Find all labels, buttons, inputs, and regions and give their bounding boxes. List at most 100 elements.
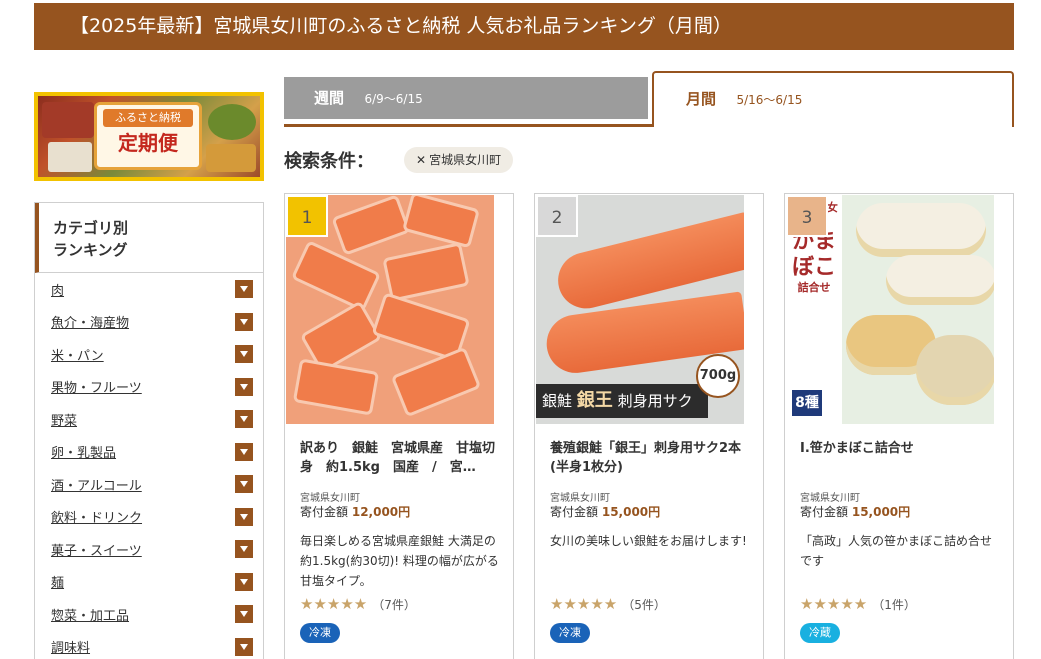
expand-arrow-icon[interactable] [235,637,253,656]
search-filter-chip[interactable]: ✕ 宮城県女川町 [404,147,514,173]
product-description: 女川の美味しい銀鮭をお届けします! [550,534,747,548]
search-filter-chip-label: 宮城県女川町 [429,153,502,167]
product-card-3[interactable]: 3 宮城県 女川町 かまぼこ 詰合せ 8種 I.笹かまぼこ詰合せ 宮城県女川町 … [784,193,1014,659]
product-description: 毎日楽しめる宮城県産銀鮭 大満足の約1.5kg(約30切)! 料理の幅が広がる甘… [300,534,499,588]
weight-badge: 700g [696,354,740,398]
category-list: 肉 魚介・海産物 米・パン 果物・フルーツ 野菜 卵・乳製品 酒・アルコール 飲… [35,273,263,659]
category-link[interactable]: 卵・乳製品 [51,442,116,461]
expand-arrow-icon[interactable] [235,377,253,396]
expand-arrow-icon[interactable] [235,540,253,559]
category-item-meat: 肉 [51,273,253,306]
storage-badge-frozen: 冷凍 [300,623,340,643]
category-link[interactable]: 惣菜・加工品 [51,605,129,624]
storage-badge-chilled: 冷蔵 [800,623,840,643]
category-link[interactable]: 酒・アルコール [51,475,142,494]
price-value: 15,000円 [601,505,661,519]
banner-meat-image [42,102,94,138]
category-link[interactable]: 野菜 [51,410,77,429]
tab-underline [284,124,654,127]
product-title[interactable]: I.笹かまぼこ詰合せ [800,439,1000,477]
label-big: 銀王 [576,390,613,411]
banner-seafood-image [48,142,92,172]
expand-arrow-icon[interactable] [235,572,253,591]
category-link[interactable]: 魚介・海産物 [51,312,129,331]
expand-arrow-icon[interactable] [235,280,253,299]
rank-badge: 2 [536,195,578,237]
product-card-2[interactable]: 2 銀鮭 銀王 刺身用サク 700g 養殖銀鮭「銀王」刺身用サク2本(半身1枚分… [534,193,764,659]
label-small: 銀鮭 [542,392,573,410]
category-link[interactable]: 米・パン [51,345,104,364]
teiki-bin-banner[interactable]: ふるさと納税 定期便 [34,92,264,181]
review-count: （1件） [872,597,916,612]
category-item-seafood: 魚介・海産物 [51,306,253,339]
rank-badge: 1 [286,195,328,237]
price-value: 15,000円 [851,505,911,519]
product-price: 寄付金額 15,000円 [800,503,910,520]
review-count: （7件） [372,597,416,612]
expand-arrow-icon[interactable] [235,442,253,461]
product-title[interactable]: 訳あり 銀鮭 宮城県産 甘塩切身 約1.5kg 国産 / 宮… [300,439,500,477]
sidebar-heading-line2: ランキング [53,241,128,259]
product-description: 「高政」人気の笹かまぼこ詰め合せです [800,534,993,568]
price-label: 寄付金額 [550,505,599,519]
category-link[interactable]: 調味料 [51,637,90,656]
page-title: 【2025年最新】宮城県女川町のふるさと納税 人気お礼品ランキング（月間） [34,3,1014,50]
product-rating: ★★★★★ （1件） [800,595,916,613]
banner-line1: ふるさと納税 [103,109,193,127]
category-item-egg-dairy: 卵・乳製品 [51,436,253,469]
star-rating-icon: ★★★★★ [300,595,368,613]
banner-line2: 定期便 [118,131,178,155]
category-item-fruit: 果物・フルーツ [51,371,253,404]
category-item-sweets: 菓子・スイーツ [51,533,253,566]
rank-badge: 3 [786,195,828,237]
category-item-seasoning: 調味料 [51,631,253,659]
search-conditions-label: 検索条件： [284,151,374,172]
review-count: （5件） [622,597,666,612]
expand-arrow-icon[interactable] [235,312,253,331]
banner-vegetable-image [208,104,256,140]
tab-weekly-date: 6/9～6/15 [364,92,423,106]
category-link[interactable]: 飲料・ドリンク [51,507,142,526]
sidebar-heading: カテゴリ別 ランキング [35,203,263,273]
tab-weekly[interactable]: 週間 6/9～6/15 [284,77,648,119]
price-label: 寄付金額 [300,505,349,519]
price-value: 12,000円 [351,505,411,519]
expand-arrow-icon[interactable] [235,345,253,364]
category-item-alcohol: 酒・アルコール [51,468,253,501]
category-link[interactable]: 麺 [51,572,64,591]
banner-dish-image [206,144,256,172]
star-rating-icon: ★★★★★ [800,595,868,613]
category-link[interactable]: 菓子・スイーツ [51,540,142,559]
price-label: 寄付金額 [800,505,849,519]
banner-badge: ふるさと納税 定期便 [94,102,202,170]
expand-arrow-icon[interactable] [235,410,253,429]
label-rest: 刺身用サク [617,392,693,410]
product-rating: ★★★★★ （7件） [300,595,416,613]
expand-arrow-icon[interactable] [235,605,253,624]
category-item-drink: 飲料・ドリンク [51,501,253,534]
star-rating-icon: ★★★★★ [550,595,618,613]
expand-arrow-icon[interactable] [235,475,253,494]
tab-monthly-date: 5/16～6/15 [736,93,803,107]
category-item-processed: 惣菜・加工品 [51,598,253,631]
variety-count-badge: 8種 [792,390,822,416]
product-card-1[interactable]: 1 訳あり 銀鮭 宮城県産 甘塩切身 約1.5kg 国産 / 宮… 宮城県女川町… [284,193,514,659]
tab-weekly-label: 週間 [314,89,345,107]
tab-monthly-label: 月間 [686,90,717,108]
category-link[interactable]: 肉 [51,280,64,299]
expand-arrow-icon[interactable] [235,507,253,526]
category-link[interactable]: 果物・フルーツ [51,377,142,396]
product-title[interactable]: 養殖銀鮭「銀王」刺身用サク2本(半身1枚分) [550,439,750,477]
category-item-noodle: 麺 [51,566,253,599]
category-item-rice: 米・パン [51,338,253,371]
product-label: 銀鮭 銀王 刺身用サク [536,384,708,418]
remove-filter-icon[interactable]: ✕ [416,153,426,167]
product-price: 寄付金額 12,000円 [300,503,410,520]
product-price: 寄付金額 15,000円 [550,503,660,520]
sidebar-heading-line1: カテゴリ別 [53,219,129,237]
category-ranking-sidebar: カテゴリ別 ランキング 肉 魚介・海産物 米・パン 果物・フルーツ 野菜 卵・乳… [34,202,264,659]
tab-monthly[interactable]: 月間 5/16～6/15 [652,71,1014,127]
storage-badge-frozen: 冷凍 [550,623,590,643]
package-label-sub: 詰合せ [797,281,831,294]
category-item-vegetable: 野菜 [51,403,253,436]
